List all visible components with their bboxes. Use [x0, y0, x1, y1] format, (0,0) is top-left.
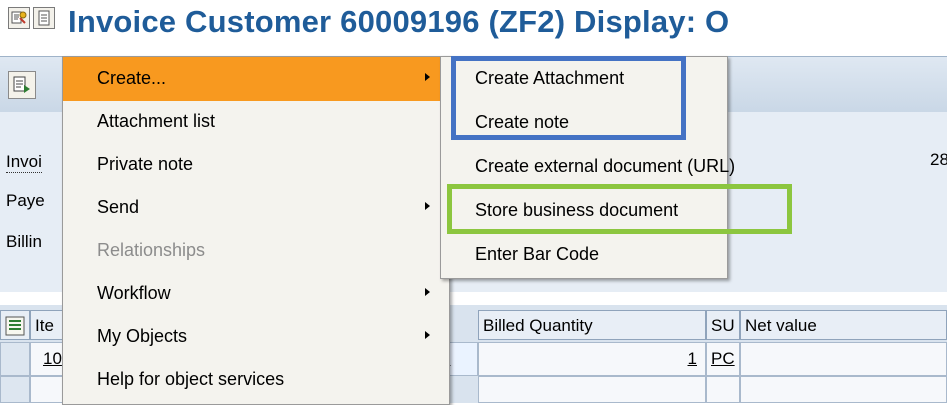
annotation-highlight-blue: [451, 56, 686, 140]
header-field-billing: Billin: [6, 232, 42, 251]
cell-billed-quantity[interactable]: 1: [478, 342, 706, 376]
object-services-menu: Create... Attachment list Private note S…: [62, 56, 450, 405]
column-header-su[interactable]: SU: [706, 310, 740, 340]
menu-item-label: Create...: [97, 68, 167, 88]
cell-su[interactable]: PC: [706, 342, 740, 376]
cell-item[interactable]: 10: [30, 342, 66, 376]
cell-net-value[interactable]: [740, 342, 947, 376]
column-header-net-value[interactable]: Net value: [740, 310, 947, 340]
menu-item-create[interactable]: Create...: [63, 57, 449, 101]
toolbar-action-icon[interactable]: [8, 71, 36, 99]
menu-item-label: Relationships: [97, 240, 206, 260]
column-header-item[interactable]: Ite: [30, 310, 66, 340]
select-all-icon[interactable]: [0, 310, 30, 340]
row-selector[interactable]: [0, 342, 30, 376]
menu-item-attachment-list[interactable]: Attachment list: [63, 100, 449, 144]
row-selector[interactable]: [0, 376, 30, 403]
menu-item-send[interactable]: Send: [63, 186, 449, 230]
menu-item-help-object-services[interactable]: Help for object services: [63, 358, 449, 402]
submenu-arrow-icon: [425, 288, 430, 296]
header-field-payer: Paye: [6, 191, 45, 210]
menu-item-label: Send: [97, 197, 140, 217]
menu-item-private-note[interactable]: Private note: [63, 143, 449, 187]
submenu-item-label: Create external document (URL): [475, 156, 736, 176]
menu-item-label: My Objects: [97, 326, 188, 346]
object-services-icon[interactable]: [8, 7, 30, 29]
submenu-item-create-external-document[interactable]: Create external document (URL): [441, 145, 735, 189]
submenu-item-enter-bar-code[interactable]: Enter Bar Code: [441, 233, 727, 277]
menu-item-label: Attachment list: [97, 111, 216, 131]
title-bar: Invoice Customer 60009196 (ZF2) Display:…: [0, 0, 947, 40]
menu-item-my-objects[interactable]: My Objects: [63, 315, 449, 359]
header-field-invoice: Invoi: [6, 152, 42, 173]
cell-billed-quantity[interactable]: [478, 376, 706, 403]
column-header-billed-quantity[interactable]: Billed Quantity: [478, 310, 706, 340]
window-title: Invoice Customer 60009196 (ZF2) Display:…: [68, 4, 730, 39]
menu-item-label: Help for object services: [97, 369, 285, 389]
header-value-fragment: 28: [930, 150, 947, 169]
menu-item-label: Workflow: [97, 283, 171, 303]
submenu-item-label: Enter Bar Code: [475, 244, 600, 264]
submenu-arrow-icon: [425, 202, 430, 210]
document-icon[interactable]: [33, 7, 55, 29]
submenu-arrow-icon: [425, 331, 430, 339]
menu-item-relationships: Relationships: [63, 229, 449, 273]
menu-item-label: Private note: [97, 154, 194, 174]
cell-net-value[interactable]: [740, 376, 947, 403]
menu-item-workflow[interactable]: Workflow: [63, 272, 449, 316]
cell-su[interactable]: [706, 376, 740, 403]
annotation-highlight-green: [447, 184, 792, 234]
cell-item[interactable]: [30, 376, 66, 403]
submenu-arrow-icon: [425, 73, 430, 81]
